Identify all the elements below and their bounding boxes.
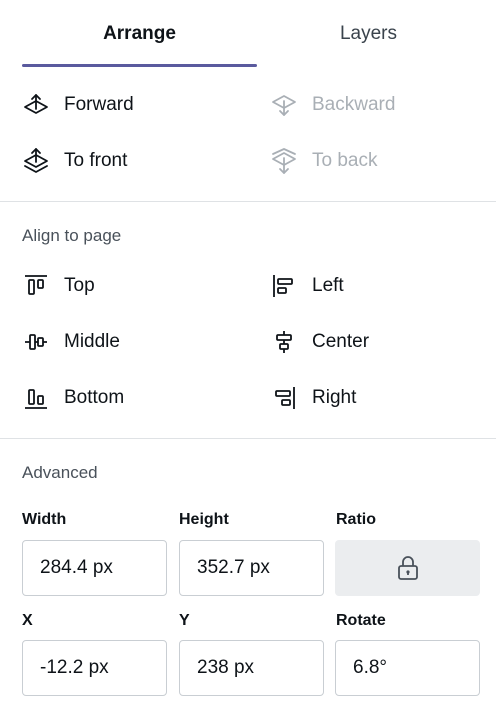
rotate-label: Rotate <box>336 612 386 629</box>
forward-icon <box>22 91 50 119</box>
backward-button[interactable]: Backward <box>270 88 395 122</box>
to-back-button[interactable]: To back <box>270 144 377 178</box>
x-field[interactable]: -12.2 px <box>22 640 167 696</box>
y-label: Y <box>179 612 190 629</box>
align-middle-button[interactable]: Middle <box>22 325 120 359</box>
rotate-field[interactable]: 6.8° <box>335 640 480 696</box>
advanced-section-title: Advanced <box>22 463 98 482</box>
forward-button[interactable]: Forward <box>22 88 134 122</box>
tab-layers[interactable]: Layers <box>257 0 480 67</box>
align-left-icon <box>270 272 298 300</box>
divider <box>0 438 496 439</box>
align-right-button[interactable]: Right <box>270 381 356 415</box>
align-center-label: Center <box>312 331 370 352</box>
align-middle-label: Middle <box>64 331 120 352</box>
align-bottom-icon <box>22 384 50 412</box>
to-front-button[interactable]: To front <box>22 144 127 178</box>
divider <box>0 201 496 202</box>
align-bottom-button[interactable]: Bottom <box>22 381 124 415</box>
forward-label: Forward <box>64 94 134 115</box>
width-label: Width <box>22 511 67 528</box>
to-back-icon <box>270 147 298 175</box>
backward-label: Backward <box>312 94 396 115</box>
height-label: Height <box>179 511 229 528</box>
to-front-label: To front <box>64 150 128 171</box>
align-right-icon <box>270 384 298 412</box>
align-right-label: Right <box>312 387 357 408</box>
ratio-lock-button[interactable] <box>335 540 480 596</box>
to-front-icon <box>22 147 50 175</box>
align-middle-icon <box>22 328 50 356</box>
lock-icon <box>395 554 421 582</box>
align-top-button[interactable]: Top <box>22 269 95 303</box>
align-left-label: Left <box>312 275 344 296</box>
align-center-button[interactable]: Center <box>270 325 369 359</box>
align-section-title: Align to page <box>22 226 122 245</box>
height-field[interactable]: 352.7 px <box>179 540 324 596</box>
tab-bar: Arrange Layers <box>0 0 496 67</box>
align-left-button[interactable]: Left <box>270 269 344 303</box>
x-label: X <box>22 612 33 629</box>
align-top-label: Top <box>64 275 95 296</box>
align-top-icon <box>22 272 50 300</box>
align-bottom-label: Bottom <box>64 387 125 408</box>
backward-icon <box>270 91 298 119</box>
ratio-label: Ratio <box>336 511 376 528</box>
to-back-label: To back <box>312 150 378 171</box>
align-center-icon <box>270 328 298 356</box>
active-tab-indicator <box>22 64 257 67</box>
y-field[interactable]: 238 px <box>179 640 324 696</box>
tab-arrange[interactable]: Arrange <box>22 0 257 67</box>
width-field[interactable]: 284.4 px <box>22 540 167 596</box>
